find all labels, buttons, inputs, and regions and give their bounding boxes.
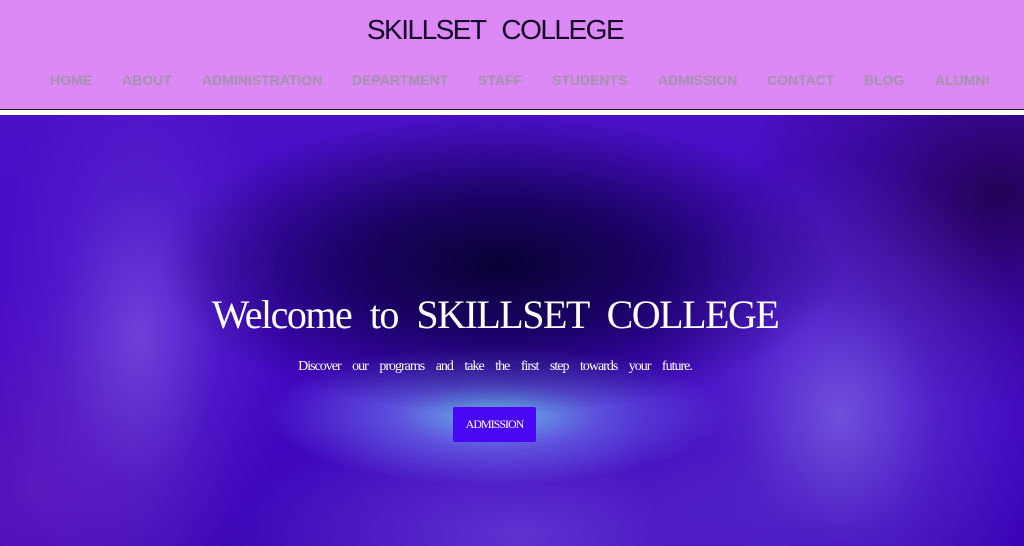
nav-link-admission[interactable]: ADMISSION (658, 71, 737, 89)
site-title: SKILLSET COLLEGE (366, 14, 625, 45)
nav-link-home[interactable]: HOME (50, 71, 92, 89)
site-header: SKILLSET COLLEGE HOME ABOUT ADMINISTRATI… (0, 0, 1024, 110)
admission-button[interactable]: ADMISSION (453, 407, 536, 442)
nav-link-alumni[interactable]: ALUMNI (935, 71, 989, 89)
hero-subtitle: Discover our programs and take the first… (298, 359, 693, 374)
nav-link-students[interactable]: STUDENTS (552, 71, 627, 89)
nav-link-blog[interactable]: BLOG (864, 71, 904, 89)
hero-heading: Welcome to SKILLSET COLLEGE (211, 292, 780, 337)
nav-link-about[interactable]: ABOUT (122, 71, 172, 89)
hero-section: Welcome to SKILLSET COLLEGE Discover our… (0, 115, 1024, 546)
main-nav: HOME ABOUT ADMINISTRATION DEPARTMENT STA… (0, 71, 1024, 91)
hero-content: Welcome to SKILLSET COLLEGE Discover our… (0, 115, 990, 546)
nav-link-department[interactable]: DEPARTMENT (352, 71, 448, 89)
nav-link-contact[interactable]: CONTACT (767, 71, 834, 89)
nav-link-staff[interactable]: STAFF (478, 71, 522, 89)
nav-link-administration[interactable]: ADMINISTRATION (202, 71, 322, 89)
